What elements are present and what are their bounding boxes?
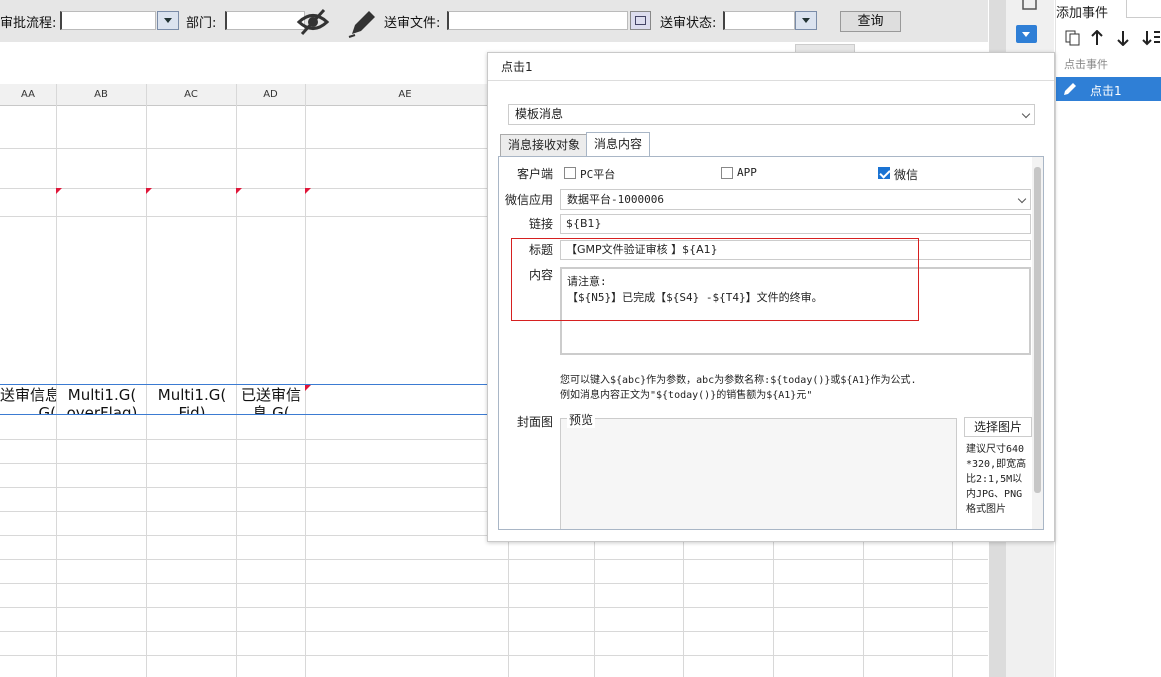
column-header-ad[interactable]: AD [236,84,305,106]
approval-flow-dropdown-icon[interactable] [157,11,179,30]
cell-ac-content[interactable]: Multi1.G( Fid) [148,386,236,414]
event-item-label: 点击1 [1090,84,1122,98]
column-header-ac[interactable]: AC [146,84,236,106]
comment-marker [305,188,311,194]
dropdown-widget-icon[interactable] [1016,25,1037,43]
hint-line-2: 例如消息内容正文为"${today()}的销售额为${A1}元" [560,390,813,401]
hint-line-1: 您可以键入${abc}作为参数，abc为参数名称:${today()}或${A1… [560,375,917,386]
wechat-checkbox[interactable] [878,167,890,179]
add-event-label: 添加事件 [1056,6,1109,21]
cover-preview-box: 预览 [560,411,957,529]
preview-label: 预览 [567,411,596,428]
comment-marker [236,188,242,194]
link-label: 链接 [528,217,553,231]
column-header-aa[interactable]: AA [0,84,56,106]
square-icon[interactable] [1022,0,1038,11]
dialog-title: 点击1 [488,53,1054,81]
parameter-toolbar: 审批流程: 部门: 送审文件: 送审状态: 查询 [0,0,988,42]
column-header-ab[interactable]: AB [56,84,146,106]
copy-icon[interactable] [1065,30,1081,46]
approval-flow-input[interactable] [60,11,156,30]
cover-label: 封面图 [516,415,553,429]
message-content-panel: 客户端 PC平台 APP 微信 微信应用 数据平台-1000006 链接 ${B… [498,156,1044,530]
send-file-input[interactable] [447,11,628,30]
move-bottom-icon[interactable] [1142,30,1161,46]
add-event-input[interactable] [1126,0,1161,18]
wechat-app-value: 数据平台-1000006 [567,193,664,206]
tab-recipients[interactable]: 消息接收对象 [500,134,589,156]
chevron-down-icon [1021,109,1031,119]
toolbar-button-fragment [795,44,855,52]
cell-ad-content[interactable]: 已送审信 息.G( [237,386,305,414]
pc-checkbox[interactable] [564,167,576,179]
click-event-label: 点击事件 [1064,58,1108,71]
event-settings-dialog: 点击1 模板消息 消息接收对象 消息内容 客户端 PC平台 APP 微信 微信应… [487,52,1055,542]
send-status-label: 送审状态: [660,16,717,31]
highlight-box [511,238,919,321]
event-panel: 添加事件 点击事件 点击1 [1055,0,1161,677]
panel-scrollbar[interactable] [1032,157,1043,529]
arrow-up-icon[interactable] [1090,30,1104,46]
tab-message-content[interactable]: 消息内容 [586,132,651,156]
link-field[interactable]: ${B1} [560,214,1031,234]
comment-marker [305,385,311,391]
choose-image-button[interactable]: 选择图片 [964,417,1032,437]
send-status-input[interactable] [723,11,795,30]
message-type-value: 模板消息 [515,107,564,121]
department-label: 部门: [186,16,217,31]
cell-ab-content[interactable]: Multi1.G( overFlag) [58,386,146,414]
chevron-down-icon [1017,194,1027,204]
comment-marker [56,188,62,194]
client-label: 客户端 [516,167,553,181]
app-checkbox[interactable] [721,167,733,179]
pc-checkbox-label: PC平台 [580,168,616,181]
arrow-down-icon[interactable] [1116,30,1130,46]
department-input[interactable] [225,11,305,30]
approval-flow-label: 审批流程: [0,16,57,31]
wechat-checkbox-label: 微信 [894,168,919,182]
event-item-click1[interactable]: 点击1 [1056,77,1161,101]
send-file-label: 送审文件: [384,16,441,31]
send-status-dropdown-icon[interactable] [795,11,817,30]
message-type-select[interactable]: 模板消息 [508,104,1035,125]
wechat-app-label: 微信应用 [504,193,553,207]
cell-aa-content[interactable]: 送审信息. G( [0,386,56,414]
comment-marker [146,188,152,194]
wechat-app-select[interactable]: 数据平台-1000006 [560,189,1031,210]
edit-icon[interactable] [1062,81,1078,97]
query-button[interactable]: 查询 [840,11,901,32]
pen-icon[interactable] [346,8,378,38]
panel-scroll-thumb[interactable] [1034,167,1041,493]
app-checkbox-label: APP [737,166,757,179]
eye-slash-icon[interactable] [296,6,330,38]
column-header-ae[interactable]: AE [305,84,505,106]
calendar-icon[interactable] [630,11,651,30]
image-size-hint: 建议尺寸640*320,即宽高比2:1,5M以内JPG、PNG格式图片 [966,444,1027,515]
